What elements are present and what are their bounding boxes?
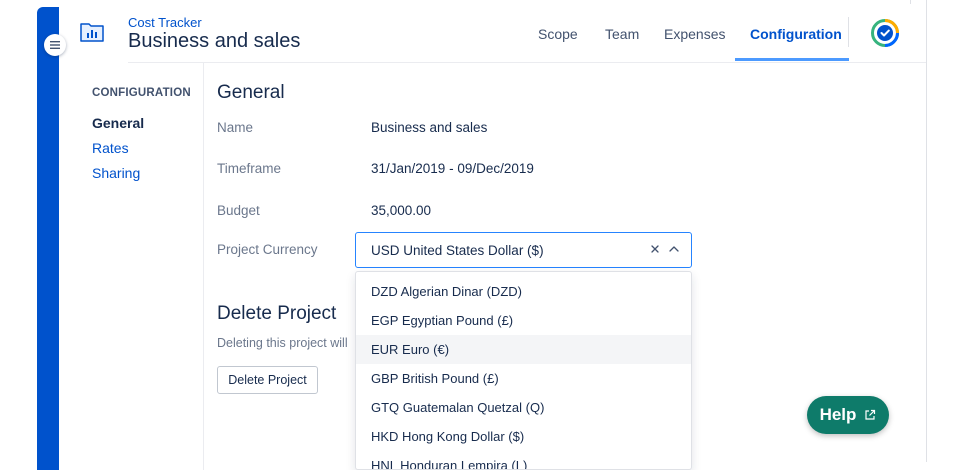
right-border <box>926 0 927 462</box>
config-heading: CONFIGURATION <box>92 87 191 99</box>
currency-label: Project Currency <box>217 242 318 257</box>
name-value[interactable]: Business and sales <box>371 120 487 135</box>
page-title: Business and sales <box>128 30 301 52</box>
header-divider <box>128 62 926 63</box>
bar-chart-folder-icon <box>80 23 104 42</box>
currency-option-hnl[interactable]: HNL Honduran Lempira (L) <box>356 451 691 469</box>
delete-project-button[interactable]: Delete Project <box>217 366 318 394</box>
general-title: General <box>217 82 285 103</box>
timeframe-label: Timeframe <box>217 161 282 176</box>
timeframe-value[interactable]: 31/Jan/2019 - 09/Dec/2019 <box>371 161 534 176</box>
delete-project-description: Deleting this project will <box>217 336 348 350</box>
currency-option-gbp[interactable]: GBP British Pound (£) <box>356 364 691 393</box>
budget-value[interactable]: 35,000.00 <box>371 203 431 218</box>
sidebar-item-sharing[interactable]: Sharing <box>92 165 140 181</box>
help-button[interactable]: Help <box>807 396 889 434</box>
currency-select[interactable]: USD United States Dollar ($) <box>355 232 692 268</box>
active-tab-indicator <box>735 58 849 61</box>
clear-icon[interactable] <box>649 243 661 255</box>
tab-configuration[interactable]: Configuration <box>750 26 842 42</box>
currency-selected-value: USD United States Dollar ($) <box>371 242 544 258</box>
chevron-up-icon[interactable] <box>668 243 680 255</box>
tab-team[interactable]: Team <box>605 26 639 42</box>
nav-separator <box>848 17 849 47</box>
tab-expenses[interactable]: Expenses <box>664 26 725 42</box>
name-label: Name <box>217 120 254 135</box>
currency-option-egp[interactable]: EGP Egyptian Pound (£) <box>356 306 691 335</box>
menu-icon <box>50 41 60 49</box>
external-link-icon <box>865 409 876 420</box>
sidebar-item-general[interactable]: General <box>92 115 144 131</box>
currency-option-dzd[interactable]: DZD Algerian Dinar (DZD) <box>356 277 691 306</box>
budget-label: Budget <box>217 203 260 218</box>
app-subtitle[interactable]: Cost Tracker <box>128 15 202 30</box>
currency-option-gtq[interactable]: GTQ Guatemalan Quetzal (Q) <box>356 393 691 422</box>
currency-option-hkd[interactable]: HKD Hong Kong Dollar ($) <box>356 422 691 451</box>
help-label: Help <box>819 405 857 424</box>
top-right-mark <box>910 0 911 4</box>
sidebar-item-rates[interactable]: Rates <box>92 140 129 156</box>
sidebar-toggle-button[interactable] <box>44 34 66 56</box>
currency-dropdown-menu: DZD Algerian Dinar (DZD) EGP Egyptian Po… <box>355 271 692 470</box>
delete-project-title: Delete Project <box>217 303 337 324</box>
check-circle-logo-icon[interactable] <box>871 19 899 47</box>
content-divider <box>203 63 204 470</box>
left-rail <box>37 7 59 470</box>
currency-option-eur[interactable]: EUR Euro (€) <box>356 335 691 364</box>
tab-scope[interactable]: Scope <box>538 26 578 42</box>
